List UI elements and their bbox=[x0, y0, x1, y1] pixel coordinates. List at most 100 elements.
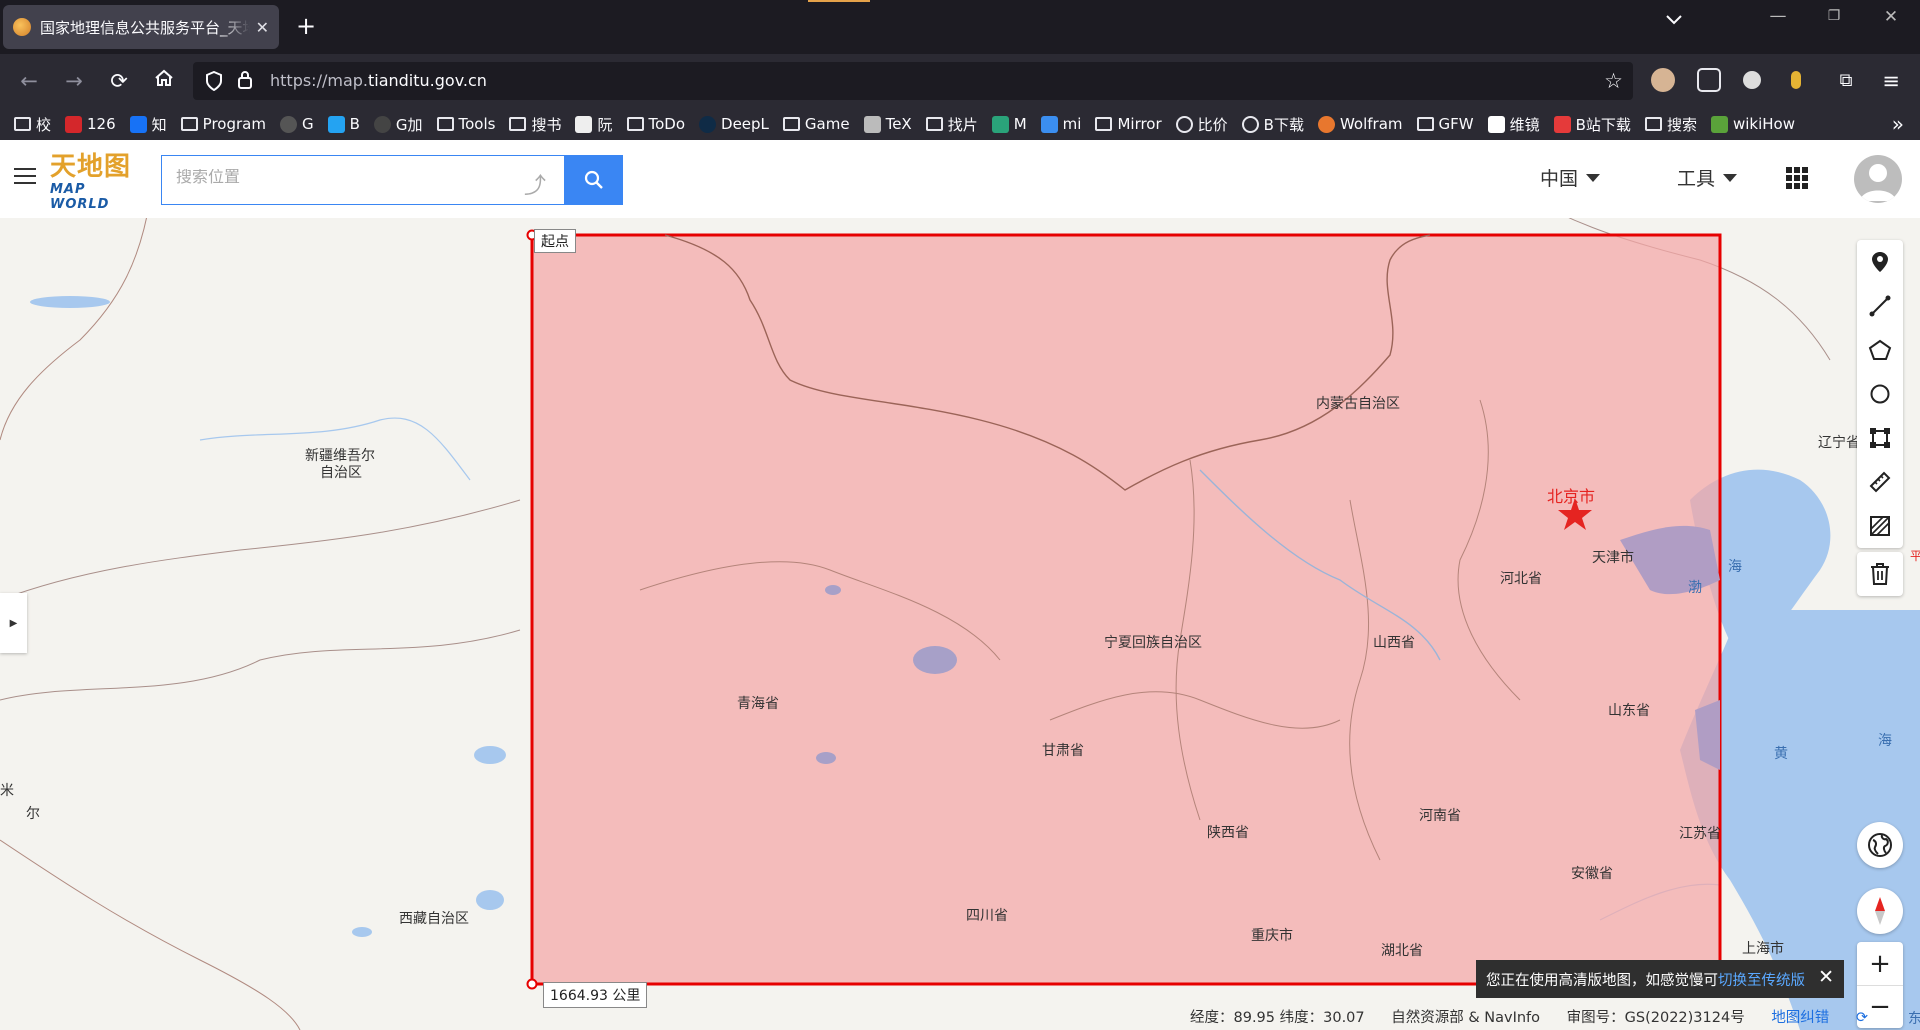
shield-icon[interactable] bbox=[205, 70, 223, 95]
minimize-window-icon[interactable]: — bbox=[1758, 6, 1798, 26]
bookmark-item[interactable]: 校 bbox=[14, 114, 51, 135]
bookmark-item[interactable]: 比价 bbox=[1175, 114, 1228, 135]
search-input[interactable] bbox=[176, 169, 506, 187]
site-logo[interactable]: 天地图 MAP WORLD bbox=[50, 152, 146, 212]
site-favicon-icon bbox=[13, 18, 31, 36]
left-panel-expand-button[interactable]: ▶ bbox=[0, 593, 27, 653]
bookmark-item[interactable]: DeepL bbox=[699, 115, 769, 133]
home-icon[interactable] bbox=[149, 66, 179, 96]
user-avatar[interactable] bbox=[1854, 155, 1902, 203]
bookmark-star-icon[interactable]: ☆ bbox=[1604, 69, 1623, 93]
bookmark-item[interactable]: 维镜 bbox=[1487, 114, 1540, 135]
bookmark-item[interactable]: Program bbox=[180, 115, 266, 133]
bookmark-label: B下载 bbox=[1263, 115, 1304, 134]
clear-button[interactable] bbox=[1857, 552, 1903, 596]
globe-icon bbox=[1868, 833, 1892, 857]
extension-puzzle-color-icon[interactable] bbox=[1743, 71, 1761, 89]
map-label: 重庆市 bbox=[1251, 928, 1293, 944]
bookmark-item[interactable]: B站下载 bbox=[1553, 114, 1631, 135]
bookmark-label: G bbox=[301, 115, 314, 133]
app-menu-icon[interactable]: ≡ bbox=[1876, 66, 1906, 96]
bookmark-item[interactable]: M bbox=[991, 115, 1027, 133]
new-tab-button[interactable]: + bbox=[291, 12, 321, 42]
bookmark-label: 搜索 bbox=[1666, 115, 1697, 134]
region-label: 中国 bbox=[1540, 168, 1579, 190]
bookmark-item[interactable]: G bbox=[279, 115, 314, 133]
back-arrow-icon[interactable]: ← bbox=[14, 66, 44, 96]
globe-icon bbox=[1241, 115, 1259, 133]
bookmark-item[interactable]: TeX bbox=[863, 115, 912, 133]
extensions-puzzle-icon[interactable]: ⧉ bbox=[1831, 66, 1861, 96]
bookmark-item[interactable]: 搜书 bbox=[509, 114, 561, 135]
polyline-tool-button[interactable] bbox=[1857, 284, 1903, 328]
m-icon bbox=[991, 115, 1009, 133]
list-all-tabs-icon[interactable] bbox=[1654, 10, 1694, 30]
bookmarks-overflow-icon[interactable]: » bbox=[1892, 112, 1904, 136]
route-planning-icon[interactable]: ⤴ bbox=[524, 168, 546, 200]
bookmark-item[interactable]: Wolfram bbox=[1317, 115, 1403, 133]
lock-icon[interactable] bbox=[237, 70, 253, 94]
browser-nav-bar: ← → ⟳ https://map.tianditu.gov.cn ☆ ⧉ ≡ bbox=[0, 54, 1920, 108]
bookmark-item[interactable]: wikiHow bbox=[1710, 115, 1795, 133]
forward-arrow-icon[interactable]: → bbox=[59, 66, 89, 96]
bookmark-item[interactable]: GFW bbox=[1416, 115, 1474, 133]
map-style-button[interactable] bbox=[1857, 822, 1903, 868]
folder-icon bbox=[1095, 117, 1113, 131]
zhihu-icon bbox=[129, 115, 147, 133]
active-tab[interactable]: 国家地理信息公共服务平台_天地图 ✕ bbox=[3, 5, 279, 49]
bookmark-item[interactable]: Mirror bbox=[1095, 115, 1162, 133]
area-measure-icon bbox=[1870, 516, 1890, 536]
extension-face-icon[interactable] bbox=[1651, 68, 1675, 92]
bookmark-item[interactable]: Game bbox=[782, 115, 850, 133]
bookmark-item[interactable]: B下载 bbox=[1241, 114, 1304, 135]
address-bar[interactable]: https://map.tianditu.gov.cn ☆ bbox=[193, 62, 1633, 100]
bookmark-item[interactable]: ToDo bbox=[626, 115, 685, 133]
measure-area-button[interactable] bbox=[1857, 504, 1903, 548]
circle-tool-button[interactable] bbox=[1857, 372, 1903, 416]
bookmark-item[interactable]: Tools bbox=[436, 115, 495, 133]
draw-toolbar bbox=[1857, 240, 1903, 548]
map-label: 尔 bbox=[26, 806, 40, 822]
bookmark-item[interactable]: G加 bbox=[373, 114, 423, 135]
region-dropdown[interactable]: 中国 bbox=[1540, 164, 1601, 191]
reader-glasses-icon[interactable] bbox=[1697, 68, 1721, 92]
caret-down-icon bbox=[1586, 174, 1601, 182]
tab-close-icon[interactable]: ✕ bbox=[256, 18, 269, 37]
map-label-sea: 渤 bbox=[1688, 580, 1702, 596]
measure-distance-label: 1664.93 公里 bbox=[543, 982, 648, 1008]
map-label: 宁夏回族自治区 bbox=[1104, 635, 1202, 651]
map-label: 安徽省 bbox=[1571, 866, 1613, 882]
bookmark-label: 找片 bbox=[947, 115, 978, 134]
reload-icon[interactable]: ⟳ bbox=[104, 66, 134, 96]
bookmark-item[interactable]: B bbox=[327, 115, 360, 133]
bookmark-item[interactable]: 126 bbox=[65, 115, 116, 133]
measure-distance-button[interactable] bbox=[1857, 460, 1903, 504]
refresh-icon[interactable]: ⟳ bbox=[1856, 1010, 1868, 1026]
switch-classic-link[interactable]: 切换至传统版 bbox=[1718, 973, 1805, 989]
report-error-link[interactable]: 地图纠错 bbox=[1771, 1010, 1829, 1026]
bookmark-label: Program bbox=[202, 115, 266, 133]
bookmark-item[interactable]: 找片 bbox=[925, 114, 978, 135]
caret-down-icon bbox=[1723, 174, 1738, 182]
bookmark-item[interactable]: 搜索 bbox=[1644, 114, 1697, 135]
marker-tool-button[interactable] bbox=[1857, 240, 1903, 284]
compass-button[interactable] bbox=[1857, 888, 1903, 934]
extension-pin-icon[interactable] bbox=[1791, 71, 1801, 89]
bookmark-item[interactable]: 知 bbox=[129, 114, 167, 135]
zoom-in-button[interactable]: + bbox=[1857, 942, 1903, 985]
end-vertex[interactable] bbox=[526, 978, 538, 990]
close-window-icon[interactable]: ✕ bbox=[1871, 7, 1911, 27]
measure-area-rectangle[interactable] bbox=[530, 233, 1722, 986]
bookmark-item[interactable]: mi bbox=[1040, 115, 1081, 133]
apps-grid-icon[interactable] bbox=[1786, 167, 1808, 189]
search-button[interactable] bbox=[564, 155, 623, 205]
bookmark-item[interactable]: 阮 bbox=[575, 114, 613, 135]
close-notice-icon[interactable]: ✕ bbox=[1818, 966, 1834, 988]
tools-dropdown[interactable]: 工具 bbox=[1677, 164, 1738, 191]
hamburger-menu-icon[interactable] bbox=[14, 168, 36, 186]
restore-window-icon[interactable]: ❐ bbox=[1814, 8, 1854, 24]
polygon-tool-button[interactable] bbox=[1857, 328, 1903, 372]
rectangle-tool-button[interactable] bbox=[1857, 416, 1903, 460]
map-canvas[interactable] bbox=[0, 140, 1920, 1030]
map-label: 青海省 bbox=[737, 696, 779, 712]
